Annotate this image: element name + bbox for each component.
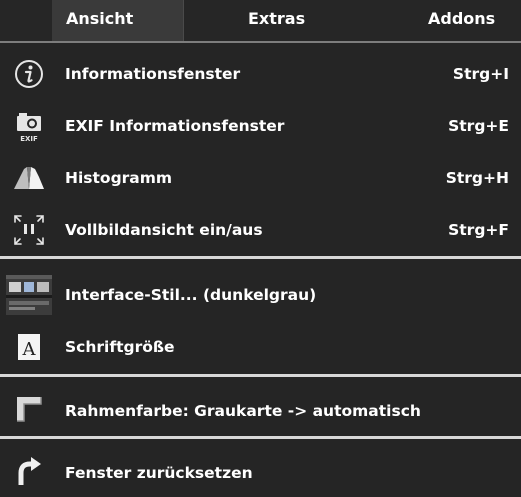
histogram-icon	[10, 159, 48, 197]
shortcut-label: Strg+H	[445, 169, 509, 187]
menu-item-fenster-zuruecksetzen[interactable]: Fenster zurücksetzen	[0, 445, 521, 497]
tab-ansicht[interactable]: Ansicht	[52, 0, 184, 41]
reset-arrow-icon	[10, 452, 48, 490]
svg-text:A: A	[22, 339, 37, 360]
menu-item-label: Rahmenfarbe: Graukarte -> automatisch	[65, 402, 421, 420]
menu-item-schriftgroesse[interactable]: A Schriftgröße	[0, 321, 521, 373]
menu-item-exif-informationsfenster[interactable]: EXIF EXIF Informationsfenster Strg+E	[0, 100, 521, 152]
menu-item-histogramm[interactable]: Histogramm Strg+H	[0, 152, 521, 204]
menu-item-label: EXIF Informationsfenster	[65, 117, 285, 135]
interface-style-icon	[6, 275, 52, 315]
info-icon	[10, 55, 48, 93]
menu-item-label: Informationsfenster	[65, 65, 241, 83]
shortcut-label: Strg+F	[448, 221, 509, 239]
tab-extras[interactable]: Extras	[248, 0, 305, 41]
shortcut-label: Strg+E	[448, 117, 509, 135]
svg-text:EXIF: EXIF	[20, 135, 38, 143]
fullscreen-icon	[10, 211, 48, 249]
menu-item-label: Fenster zurücksetzen	[65, 464, 253, 482]
menu-separator	[0, 256, 521, 259]
menu-item-rahmenfarbe[interactable]: Rahmenfarbe: Graukarte -> automatisch	[0, 383, 521, 435]
menu-item-vollbildansicht[interactable]: Vollbildansicht ein/aus Strg+F	[0, 204, 521, 256]
exif-camera-icon: EXIF	[10, 107, 48, 145]
menu-item-label: Interface-Stil... (dunkelgrau)	[65, 286, 317, 304]
menu-item-interface-stil[interactable]: Interface-Stil... (dunkelgrau)	[0, 269, 521, 321]
menu-item-label: Schriftgröße	[65, 338, 175, 356]
menu-bar: Ansicht Extras Addons	[0, 0, 521, 43]
shortcut-label: Strg+I	[452, 65, 509, 83]
menu-item-label: Vollbildansicht ein/aus	[65, 221, 263, 239]
menu-item-label: Histogramm	[65, 169, 173, 187]
ansicht-dropdown-menu: Informationsfenster Strg+I EXIF EXIF Inf…	[0, 43, 521, 495]
menu-item-informationsfenster[interactable]: Informationsfenster Strg+I	[0, 48, 521, 100]
menu-separator	[0, 374, 521, 377]
font-size-icon: A	[10, 328, 48, 366]
tab-addons[interactable]: Addons	[428, 0, 495, 41]
menu-separator	[0, 436, 521, 439]
frame-color-icon	[10, 390, 48, 428]
